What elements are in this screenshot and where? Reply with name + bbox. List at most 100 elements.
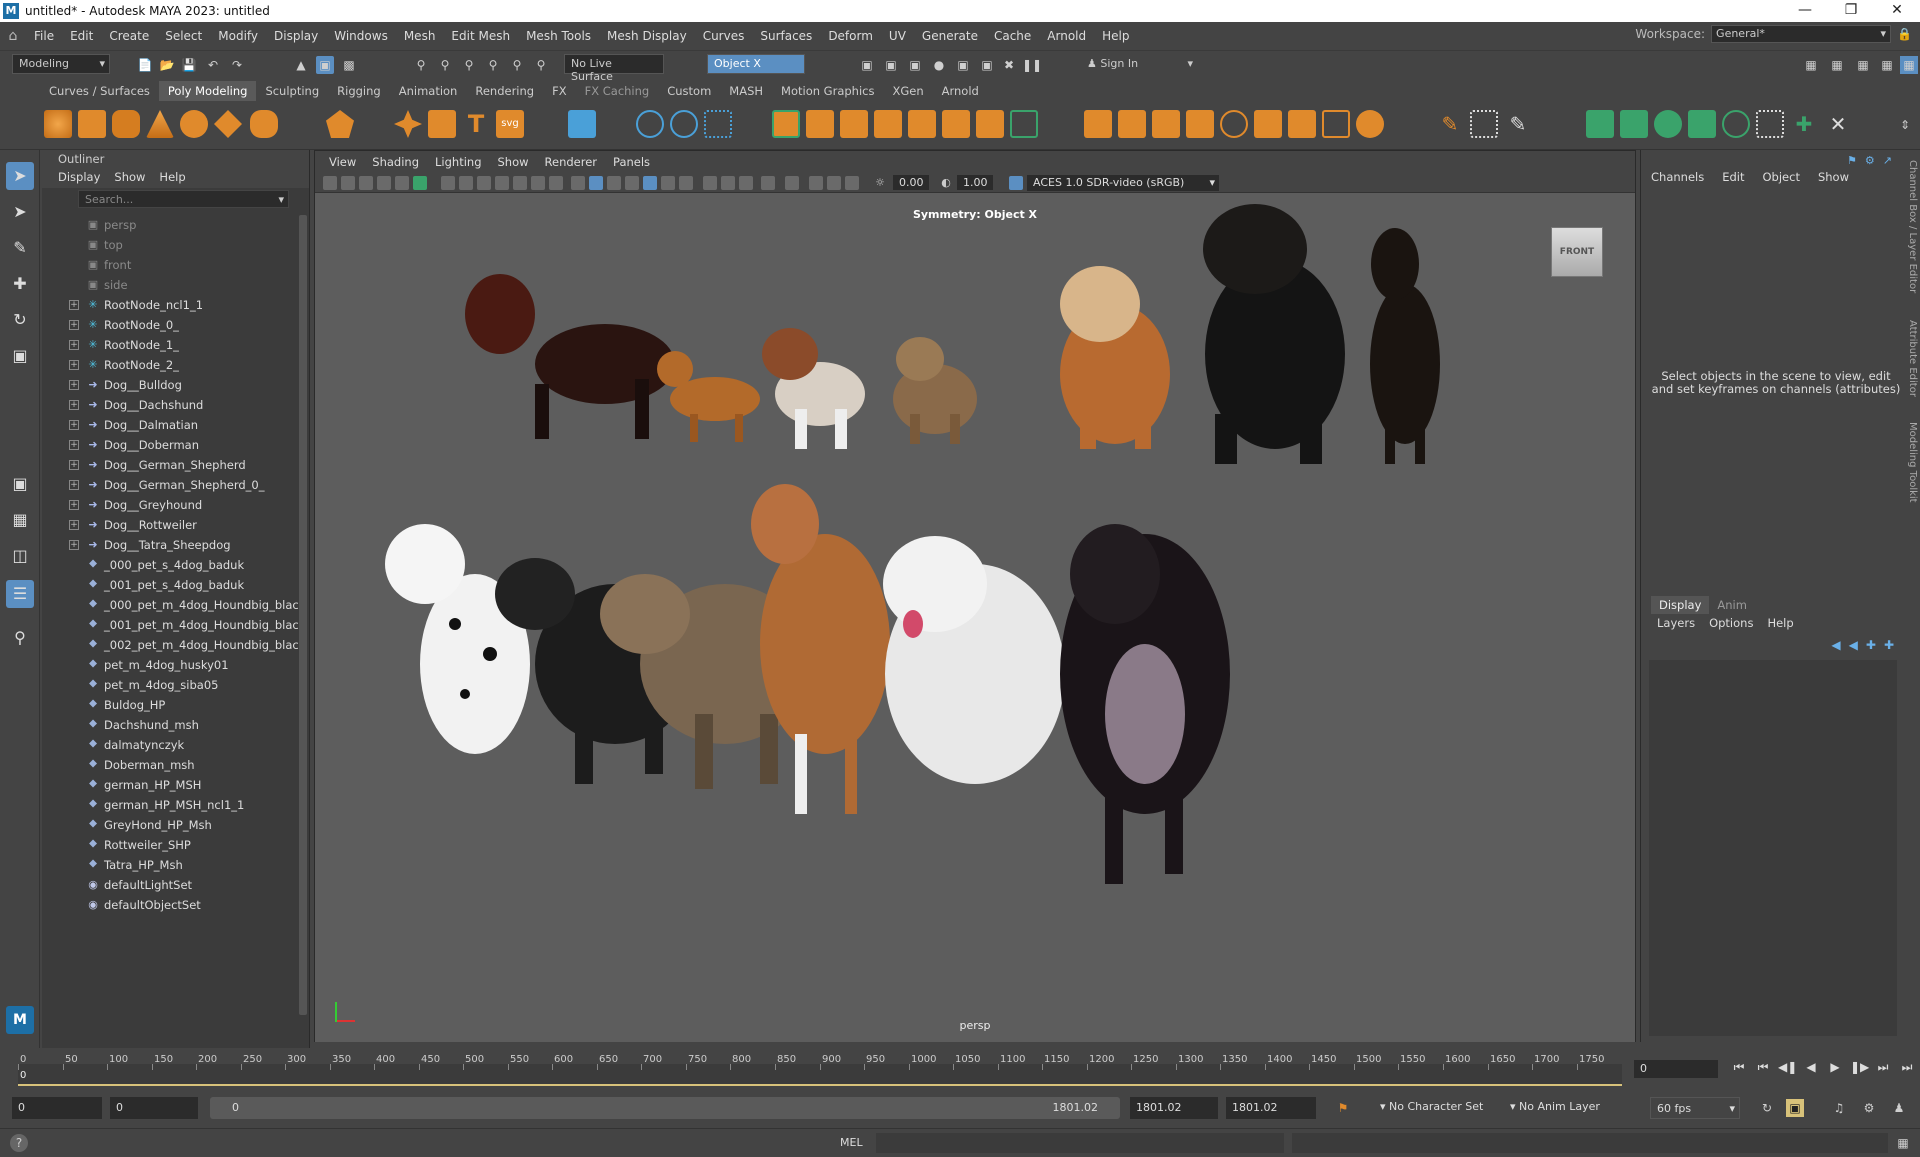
grease-pencil-icon[interactable] [413, 176, 427, 190]
platonic-solids-icon[interactable] [326, 110, 354, 138]
mash-create-icon[interactable] [568, 110, 596, 138]
lasso-tool-icon[interactable]: ➤ [6, 198, 34, 226]
uv-planar-icon[interactable] [1586, 110, 1614, 138]
outliner-item[interactable]: ⯁ pet_m_4dog_husky01 [42, 655, 292, 675]
wireframe-icon[interactable] [571, 176, 585, 190]
exposure-field[interactable]: 0.00 [893, 175, 929, 190]
viewport-menu-show[interactable]: Show [492, 155, 535, 169]
outliner-item[interactable]: ⯁ german_HP_MSH_ncl1_1 [42, 795, 292, 815]
poly-cone-icon[interactable] [146, 110, 174, 138]
redo-icon[interactable]: ↷ [228, 56, 246, 74]
outliner-item[interactable]: + ➜ Dog__Dalmatian [42, 415, 292, 435]
uv-cut-icon[interactable]: ✚ [1790, 110, 1818, 138]
select-object-icon[interactable]: ▣ [316, 56, 334, 74]
cleanup-icon[interactable] [1322, 110, 1350, 138]
menu-curves[interactable]: Curves [695, 29, 753, 43]
smooth-shade-icon[interactable] [589, 176, 603, 190]
menu-generate[interactable]: Generate [914, 29, 986, 43]
dog-model-doberman[interactable] [1370, 228, 1440, 464]
minimize-icon[interactable]: — [1782, 0, 1828, 22]
bridge-icon[interactable] [806, 110, 834, 138]
shelf-tab-rendering[interactable]: Rendering [466, 81, 543, 101]
step-back-frame-icon[interactable]: ◀❚ [1778, 1058, 1797, 1076]
command-input[interactable] [876, 1133, 1284, 1153]
image-plane-icon[interactable] [377, 176, 391, 190]
shelf-tab-motion-graphics[interactable]: Motion Graphics [772, 81, 883, 101]
step-forward-frame-icon[interactable]: ❚▶ [1850, 1058, 1869, 1076]
outliner-item[interactable]: + ➜ Dog__Dachshund [42, 395, 292, 415]
outliner-item[interactable]: + ✳ RootNode_ncl1_1 [42, 295, 292, 315]
outliner-item[interactable]: ⯁ _000_pet_m_4dog_Houndbig_black [42, 595, 306, 615]
outliner-item[interactable]: ▣ side [42, 275, 292, 295]
textured-icon[interactable] [625, 176, 639, 190]
booleans-icon[interactable] [976, 110, 1004, 138]
target-weld-icon[interactable] [1084, 110, 1112, 138]
outliner-item[interactable]: ⯁ dalmatynczyk [42, 735, 292, 755]
expand-icon[interactable]: + [69, 520, 79, 530]
dog-model-shiba[interactable] [893, 337, 977, 444]
dog-model-rottweiler[interactable] [1203, 204, 1345, 464]
scene-start-field[interactable]: 0 [12, 1097, 102, 1119]
side-tab-modeling-toolkit[interactable]: Modeling Toolkit [1907, 422, 1918, 503]
new-scene-icon[interactable]: 📄 [136, 56, 154, 74]
outliner-item[interactable]: + ✳ RootNode_0_ [42, 315, 292, 335]
shelf-tab-fx-caching[interactable]: FX Caching [576, 81, 659, 101]
default-material-icon[interactable] [607, 176, 621, 190]
render-frame-icon[interactable]: ▣ [858, 56, 876, 74]
outliner-item[interactable]: ⯁ _002_pet_m_4dog_Houndbig_black [42, 635, 306, 655]
shelf-tab-custom[interactable]: Custom [658, 81, 720, 101]
viewport-menu-panels[interactable]: Panels [607, 155, 656, 169]
two-d-pan-icon[interactable] [395, 176, 409, 190]
outliner-item[interactable]: ⯁ german_HP_MSH [42, 775, 292, 795]
snap-curve-icon[interactable]: ⚲ [436, 56, 454, 74]
expand-icon[interactable]: + [69, 340, 79, 350]
save-scene-icon[interactable]: 💾 [180, 56, 198, 74]
safe-title-icon[interactable] [549, 176, 563, 190]
close-icon[interactable]: ✕ [1874, 0, 1920, 22]
menu-arnold[interactable]: Arnold [1039, 29, 1094, 43]
single-view-layout-icon[interactable]: ▣ [6, 470, 34, 498]
step-forward-key-icon[interactable]: ⏭ [1874, 1058, 1892, 1076]
reduce-icon[interactable] [1288, 110, 1316, 138]
outliner-item[interactable]: ⯁ Doberman_msh [42, 755, 292, 775]
help-icon[interactable]: ? [10, 1134, 28, 1152]
rotate-tool-icon[interactable]: ↻ [6, 306, 34, 334]
menu-uv[interactable]: UV [881, 29, 914, 43]
multi-cut-icon[interactable] [1010, 110, 1038, 138]
poly-cylinder-icon[interactable] [112, 110, 140, 138]
outliner-menu-help[interactable]: Help [159, 170, 185, 186]
channel-box-toggle-icon[interactable]: ▦ [1878, 56, 1896, 74]
triangulate-icon[interactable] [1356, 110, 1384, 138]
playback-end-field[interactable]: 1801.02 [1130, 1097, 1218, 1119]
dog-model-puppy[interactable] [762, 328, 865, 449]
outliner-item[interactable]: ▣ front [42, 255, 292, 275]
outliner-item[interactable]: ⯁ Buldog_HP [42, 695, 292, 715]
snap-surface-icon[interactable]: ⚲ [508, 56, 526, 74]
attribute-editor-toggle-icon[interactable]: ▦ [1828, 56, 1846, 74]
menu-create[interactable]: Create [101, 29, 157, 43]
shelf-tab-rigging[interactable]: Rigging [328, 81, 390, 101]
outliner-item[interactable]: + ➜ Dog__Greyhound [42, 495, 292, 515]
shelf-tab-curves-surfaces[interactable]: Curves / Surfaces [40, 81, 159, 101]
channel-box-help-icon[interactable]: ⚙ [1865, 154, 1875, 167]
gamma-icon[interactable]: ◐ [939, 176, 953, 190]
dog-model-husky[interactable] [1060, 524, 1230, 884]
bevel-icon[interactable] [840, 110, 868, 138]
menu-mesh-tools[interactable]: Mesh Tools [518, 29, 599, 43]
outliner-item[interactable]: + ➜ Dog__Tatra_Sheepdog [42, 535, 292, 555]
snap-grid-icon[interactable]: ⚲ [412, 56, 430, 74]
snap-point-icon[interactable]: ⚲ [460, 56, 478, 74]
uv-automatic-icon[interactable] [1688, 110, 1716, 138]
extrude-icon[interactable] [772, 110, 800, 138]
render-settings-icon[interactable]: ▣ [906, 56, 924, 74]
four-view-layout-icon[interactable]: ▦ [6, 506, 34, 534]
outliner-item[interactable]: ⯁ GreyHond_HP_Msh [42, 815, 292, 835]
outliner-layout-icon[interactable]: ☰ [6, 580, 34, 608]
uv-cylindrical-icon[interactable] [1620, 110, 1648, 138]
shelf-tab-mash[interactable]: MASH [720, 81, 772, 101]
uv-spherical-icon[interactable] [1654, 110, 1682, 138]
grid-toggle-icon[interactable] [441, 176, 455, 190]
expand-icon[interactable]: + [69, 380, 79, 390]
poly-disc-icon[interactable] [250, 110, 278, 138]
outliner-item[interactable]: ⯁ _001_pet_s_4dog_baduk [42, 575, 292, 595]
